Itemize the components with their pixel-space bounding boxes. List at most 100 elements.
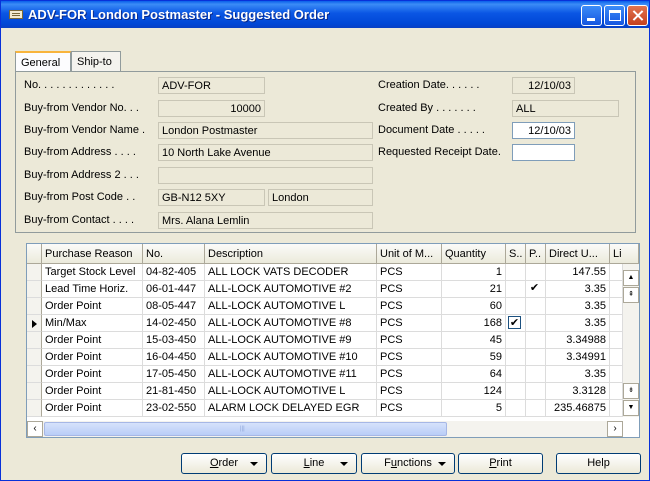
cell-description[interactable]: ALARM LOCK DELAYED EGR: [205, 400, 377, 417]
cell-description[interactable]: ALL-LOCK AUTOMOTIVE #8: [205, 315, 377, 332]
cell-line[interactable]: [610, 366, 623, 383]
row-selector[interactable]: [27, 400, 42, 417]
table-row[interactable]: Order Point 15-03-450 ALL-LOCK AUTOMOTIVE …: [27, 332, 623, 349]
row-selector[interactable]: [27, 281, 42, 298]
address2-field[interactable]: [158, 167, 373, 184]
cell-description[interactable]: ALL-LOCK AUTOMOTIVE L: [205, 298, 377, 315]
row-selector[interactable]: [27, 264, 42, 281]
cell-p[interactable]: [526, 298, 546, 315]
cell-s[interactable]: [506, 281, 526, 298]
column-header-line[interactable]: Li: [610, 244, 639, 264]
cell-s[interactable]: [506, 400, 526, 417]
cell-unit-of-measure[interactable]: PCS: [377, 383, 442, 400]
cell-p[interactable]: [526, 400, 546, 417]
row-selector[interactable]: [27, 366, 42, 383]
vendor-name-field[interactable]: London Postmaster: [158, 122, 373, 139]
cell-line[interactable]: [610, 383, 623, 400]
row-selector[interactable]: [27, 349, 42, 366]
cell-p[interactable]: ✔: [526, 281, 546, 298]
cell-no[interactable]: 14-02-450: [143, 315, 205, 332]
cell-purchase-reason[interactable]: Min/Max: [42, 315, 143, 332]
requested-receipt-field[interactable]: [512, 144, 575, 161]
cell-s[interactable]: [506, 383, 526, 400]
table-row[interactable]: Min/Max 14-02-450 ALL-LOCK AUTOMOTIVE #8 PC…: [27, 315, 623, 332]
cell-quantity[interactable]: 60: [442, 298, 506, 315]
line-menu-button[interactable]: Line: [271, 453, 357, 474]
cell-unit-of-measure[interactable]: PCS: [377, 315, 442, 332]
cell-purchase-reason[interactable]: Order Point: [42, 383, 143, 400]
cell-no[interactable]: 17-05-450: [143, 366, 205, 383]
scroll-down-icon[interactable]: ▼: [623, 400, 639, 416]
cell-no[interactable]: 23-02-550: [143, 400, 205, 417]
cell-no[interactable]: 16-04-450: [143, 349, 205, 366]
column-header-description[interactable]: Description: [205, 244, 377, 264]
tab-ship-to[interactable]: Ship-to: [71, 51, 121, 72]
column-header-unit-of-measure[interactable]: Unit of M...: [377, 244, 442, 264]
cell-quantity[interactable]: 5: [442, 400, 506, 417]
no-field[interactable]: ADV-FOR: [158, 77, 265, 94]
contact-field[interactable]: Mrs. Alana Lemlin: [158, 212, 373, 229]
column-header-purchase-reason[interactable]: Purchase Reason: [42, 244, 143, 264]
cell-quantity[interactable]: 1: [442, 264, 506, 281]
cell-direct-unit-cost[interactable]: 3.35: [546, 281, 610, 298]
table-row[interactable]: Order Point 23-02-550 ALARM LOCK DELAYED E…: [27, 400, 623, 417]
created-by-field[interactable]: ALL: [512, 100, 619, 117]
cell-unit-of-measure[interactable]: PCS: [377, 332, 442, 349]
cell-p[interactable]: [526, 315, 546, 332]
cell-unit-of-measure[interactable]: PCS: [377, 349, 442, 366]
cell-p[interactable]: [526, 383, 546, 400]
cell-unit-of-measure[interactable]: PCS: [377, 298, 442, 315]
cell-description[interactable]: ALL-LOCK AUTOMOTIVE #9: [205, 332, 377, 349]
cell-line[interactable]: [610, 264, 623, 281]
cell-no[interactable]: 15-03-450: [143, 332, 205, 349]
cell-quantity[interactable]: 64: [442, 366, 506, 383]
cell-purchase-reason[interactable]: Target Stock Level: [42, 264, 143, 281]
row-selector[interactable]: [27, 383, 42, 400]
print-button[interactable]: Print: [458, 453, 543, 474]
cell-s[interactable]: ✔: [506, 315, 526, 332]
cell-quantity[interactable]: 168: [442, 315, 506, 332]
row-selector[interactable]: [27, 332, 42, 349]
cell-line[interactable]: [610, 315, 623, 332]
title-bar[interactable]: ADV-FOR London Postmaster - Suggested Or…: [1, 1, 649, 28]
cell-p[interactable]: [526, 366, 546, 383]
cell-no[interactable]: 06-01-447: [143, 281, 205, 298]
cell-quantity[interactable]: 21: [442, 281, 506, 298]
cell-direct-unit-cost[interactable]: 3.35: [546, 366, 610, 383]
cell-s[interactable]: [506, 349, 526, 366]
column-header-quantity[interactable]: Quantity: [442, 244, 506, 264]
cell-description[interactable]: ALL LOCK VATS DECODER: [205, 264, 377, 281]
cell-unit-of-measure[interactable]: PCS: [377, 366, 442, 383]
cell-line[interactable]: [610, 298, 623, 315]
cell-p[interactable]: [526, 349, 546, 366]
scroll-right-icon[interactable]: ›: [607, 421, 623, 437]
city-field[interactable]: London: [268, 189, 373, 206]
scroll-down-fast-icon[interactable]: ⇟: [623, 383, 639, 399]
cell-direct-unit-cost[interactable]: 3.34991: [546, 349, 610, 366]
cell-s[interactable]: [506, 332, 526, 349]
cell-p[interactable]: [526, 332, 546, 349]
vendor-no-field[interactable]: 10000: [158, 100, 265, 117]
row-selector[interactable]: [27, 298, 42, 315]
cell-quantity[interactable]: 59: [442, 349, 506, 366]
cell-description[interactable]: ALL-LOCK AUTOMOTIVE L: [205, 383, 377, 400]
cell-s[interactable]: [506, 366, 526, 383]
table-row[interactable]: Order Point 08-05-447 ALL-LOCK AUTOMOTIVE …: [27, 298, 623, 315]
cell-direct-unit-cost[interactable]: 235.46875: [546, 400, 610, 417]
cell-s[interactable]: [506, 264, 526, 281]
maximize-button[interactable]: [604, 5, 625, 26]
cell-description[interactable]: ALL-LOCK AUTOMOTIVE #10: [205, 349, 377, 366]
cell-line[interactable]: [610, 332, 623, 349]
cell-s[interactable]: [506, 298, 526, 315]
cell-quantity[interactable]: 124: [442, 383, 506, 400]
cell-description[interactable]: ALL-LOCK AUTOMOTIVE #2: [205, 281, 377, 298]
cell-p[interactable]: [526, 264, 546, 281]
cell-description[interactable]: ALL-LOCK AUTOMOTIVE #11: [205, 366, 377, 383]
order-menu-button[interactable]: Order: [181, 453, 267, 474]
help-button[interactable]: Help: [556, 453, 641, 474]
post-code-field[interactable]: GB-N12 5XY: [158, 189, 265, 206]
tab-general[interactable]: General: [15, 51, 71, 73]
cell-line[interactable]: [610, 349, 623, 366]
address-field[interactable]: 10 North Lake Avenue: [158, 144, 373, 161]
cell-purchase-reason[interactable]: Order Point: [42, 298, 143, 315]
